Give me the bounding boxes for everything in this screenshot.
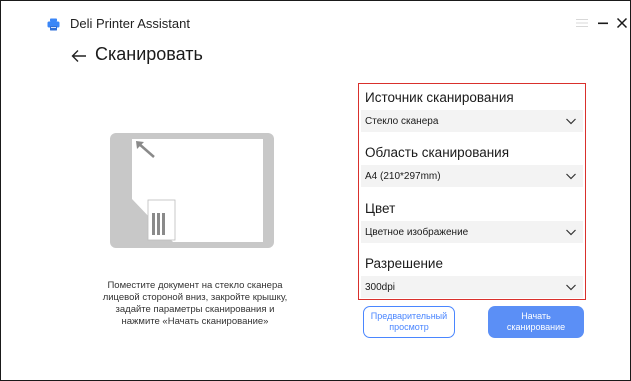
- resolution-value: 300dpi: [365, 281, 396, 293]
- chevron-down-icon: [566, 173, 576, 180]
- preview-button-label: Предварительный просмотр: [370, 311, 448, 332]
- area-label: Область сканирования: [365, 145, 510, 160]
- hamburger-icon: [576, 19, 588, 27]
- area-value: A4 (210*297mm): [365, 170, 441, 182]
- close-icon: [616, 17, 628, 29]
- chevron-down-icon: [566, 229, 576, 236]
- source-value: Стекло сканера: [365, 115, 439, 127]
- color-value: Цветное изображение: [365, 226, 469, 238]
- source-label: Источник сканирования: [365, 90, 514, 105]
- color-select[interactable]: Цветное изображение: [361, 221, 583, 243]
- color-label: Цвет: [365, 201, 396, 216]
- back-arrow-icon: [71, 50, 86, 62]
- page-title: Сканировать: [95, 44, 203, 64]
- title-bar: Deli Printer Assistant: [1, 1, 630, 41]
- printer-icon: [47, 18, 60, 31]
- start-scan-button[interactable]: Начать сканирование: [488, 306, 584, 338]
- scan-settings-panel: Источник сканирования Стекло сканера Обл…: [358, 83, 586, 300]
- scanner-illustration: [110, 133, 274, 248]
- minimize-icon: [598, 22, 608, 25]
- instructions-text: Поместите документ на стекло сканера лиц…: [102, 280, 288, 327]
- menu-button[interactable]: [571, 12, 593, 34]
- start-scan-button-label: Начать сканирование: [506, 311, 566, 332]
- app-title: Deli Printer Assistant: [70, 16, 190, 31]
- resolution-label: Разрешение: [365, 256, 443, 271]
- back-button[interactable]: [70, 46, 88, 66]
- source-select[interactable]: Стекло сканера: [361, 110, 583, 132]
- resolution-select[interactable]: 300dpi: [361, 276, 583, 298]
- app-window: Deli Printer Assistant Сканировать Помес…: [0, 0, 631, 381]
- close-button[interactable]: [611, 12, 631, 34]
- chevron-down-icon: [566, 284, 576, 291]
- preview-button[interactable]: Предварительный просмотр: [363, 306, 455, 338]
- area-select[interactable]: A4 (210*297mm): [361, 165, 583, 187]
- chevron-down-icon: [566, 118, 576, 125]
